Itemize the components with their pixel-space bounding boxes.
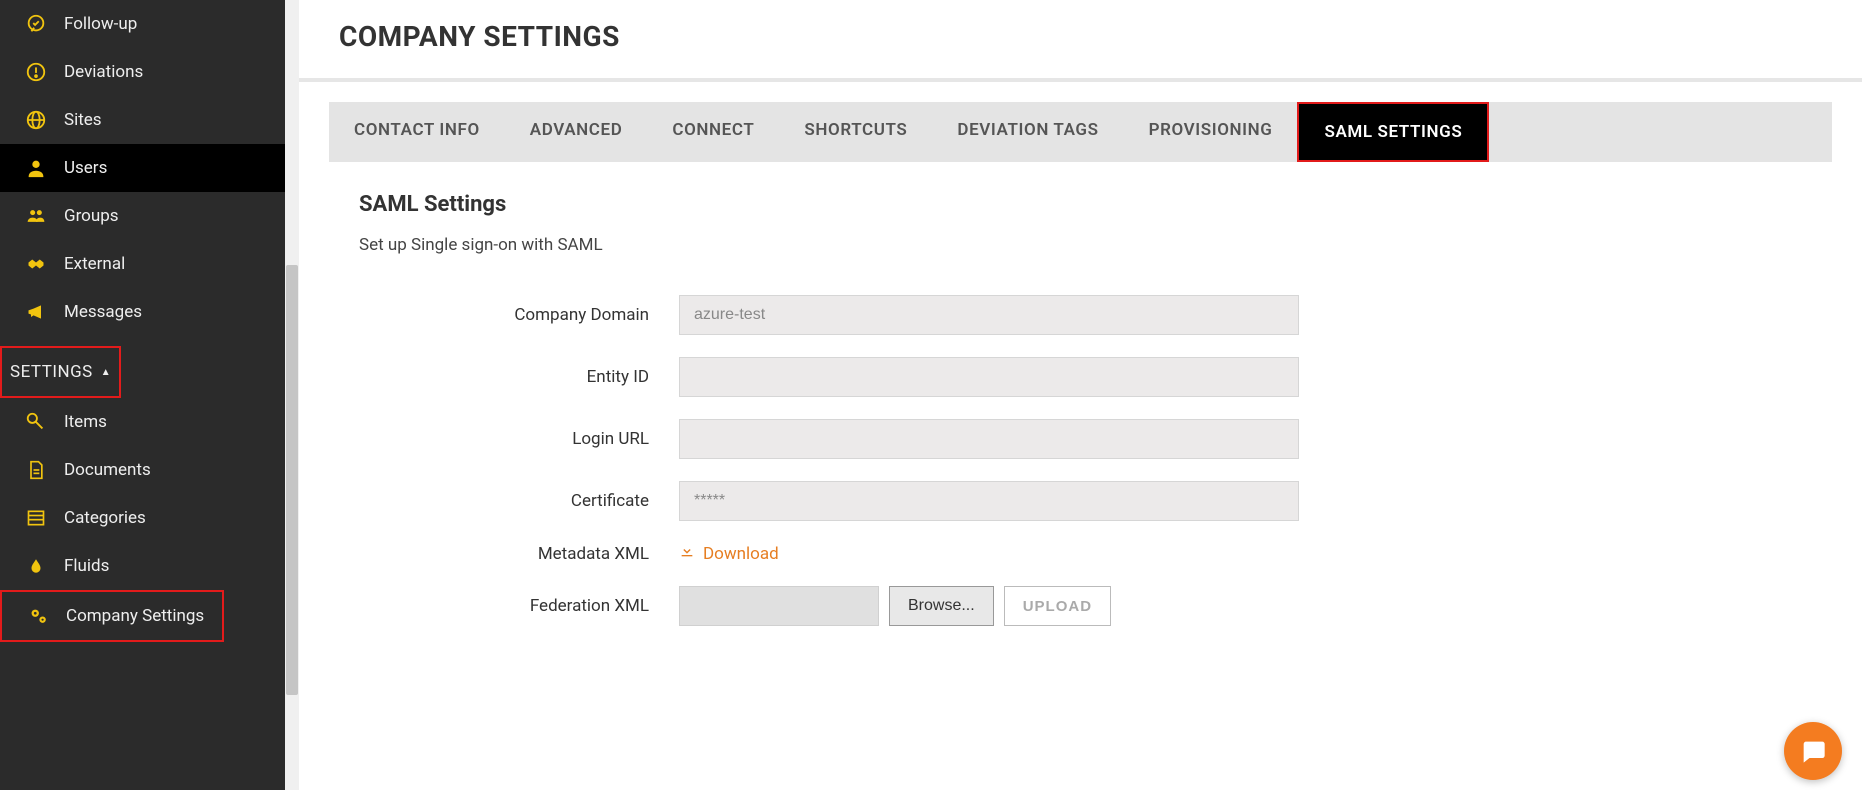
main: COMPANY SETTINGS CONTACT INFO ADVANCED C… [299,0,1862,790]
sidebar-item-documents[interactable]: Documents [0,446,285,494]
sidebar-item-external[interactable]: External [0,240,285,288]
content: CONTACT INFO ADVANCED CONNECT SHORTCUTS … [329,102,1832,668]
tab-saml-settings[interactable]: SAML SETTINGS [1297,102,1489,162]
sidebar-label: Groups [64,206,119,226]
user-icon [24,156,48,180]
sidebar-label: Categories [64,508,146,528]
row-metadata-xml: Metadata XML Download [359,543,1802,564]
tab-label: CONNECT [672,120,754,140]
sidebar-label: Users [64,158,107,178]
list-icon [24,506,48,530]
sidebar-heading-settings[interactable]: SETTINGS ▲ [0,346,121,398]
tab-connect[interactable]: CONNECT [647,102,779,162]
sidebar-label: Follow-up [64,14,137,34]
tabs: CONTACT INFO ADVANCED CONNECT SHORTCUTS … [329,102,1832,162]
sidebar-heading-label: SETTINGS [10,362,93,382]
tab-shortcuts[interactable]: SHORTCUTS [779,102,932,162]
handshake-icon [24,252,48,276]
scrollbar[interactable] [285,0,299,790]
tab-label: DEVIATION TAGS [957,120,1098,140]
panel-title: SAML Settings [359,192,1802,217]
label-login-url: Login URL [359,429,679,449]
sidebar-item-fluids[interactable]: Fluids [0,542,285,590]
file-icon [24,458,48,482]
input-login-url[interactable] [679,419,1299,459]
tab-provisioning[interactable]: PROVISIONING [1124,102,1298,162]
sidebar-label: External [64,254,125,274]
input-company-domain[interactable] [679,295,1299,335]
sidebar-settings-group: Items Documents Categories Fluids [0,398,285,642]
tab-label: SHORTCUTS [804,120,907,140]
droplet-icon [24,554,48,578]
users-icon [24,204,48,228]
caret-up-icon: ▲ [101,367,111,378]
label-entity-id: Entity ID [359,367,679,387]
sidebar-item-groups[interactable]: Groups [0,192,285,240]
input-certificate[interactable] [679,481,1299,521]
tag-icon [24,410,48,434]
sidebar-item-users[interactable]: Users [0,144,285,192]
page-title: COMPANY SETTINGS [339,20,1822,53]
row-federation-xml: Federation XML Browse... UPLOAD [359,586,1802,626]
sidebar-label: Fluids [64,556,109,576]
tab-label: SAML SETTINGS [1324,122,1462,142]
gears-icon [26,604,50,628]
sidebar-label: Deviations [64,62,143,82]
scrollbar-thumb[interactable] [286,265,298,695]
panel-subtitle: Set up Single sign-on with SAML [359,235,1802,255]
row-certificate: Certificate [359,481,1802,521]
sidebar-item-categories[interactable]: Categories [0,494,285,542]
label-certificate: Certificate [359,491,679,511]
sidebar-item-messages[interactable]: Messages [0,288,285,336]
download-link[interactable]: Download [679,543,779,564]
row-entity-id: Entity ID [359,357,1802,397]
download-icon [679,543,695,564]
download-text: Download [703,544,779,564]
row-company-domain: Company Domain [359,295,1802,335]
label-metadata-xml: Metadata XML [359,544,679,564]
upload-button[interactable]: UPLOAD [1004,586,1111,626]
sidebar-label: Sites [64,110,102,130]
row-login-url: Login URL [359,419,1802,459]
label-federation-xml: Federation XML [359,596,679,616]
sidebar-item-items[interactable]: Items [0,398,285,446]
megaphone-icon [24,300,48,324]
tab-panel: SAML Settings Set up Single sign-on with… [329,162,1832,668]
sidebar: Follow-up Deviations Sites Users Groups … [0,0,285,790]
sidebar-label: Documents [64,460,151,480]
tab-contact-info[interactable]: CONTACT INFO [329,102,505,162]
input-entity-id[interactable] [679,357,1299,397]
sidebar-item-deviations[interactable]: Deviations [0,48,285,96]
file-path-display [679,586,879,626]
tab-label: ADVANCED [530,120,623,140]
chat-icon [1799,737,1827,765]
tab-label: PROVISIONING [1149,120,1273,140]
sidebar-label: Items [64,412,107,432]
sidebar-item-company-settings[interactable]: Company Settings [0,590,224,642]
tab-advanced[interactable]: ADVANCED [505,102,648,162]
page-header: COMPANY SETTINGS [299,0,1862,82]
label-company-domain: Company Domain [359,305,679,325]
browse-button[interactable]: Browse... [889,586,994,626]
tab-label: CONTACT INFO [354,120,480,140]
globe-icon [24,108,48,132]
chat-widget[interactable] [1784,722,1842,780]
comment-icon [24,12,48,36]
sidebar-item-followup[interactable]: Follow-up [0,0,285,48]
sidebar-item-sites[interactable]: Sites [0,96,285,144]
sidebar-label: Messages [64,302,142,322]
tab-deviation-tags[interactable]: DEVIATION TAGS [932,102,1123,162]
sidebar-label: Company Settings [66,606,204,626]
warning-circle-icon [24,60,48,84]
